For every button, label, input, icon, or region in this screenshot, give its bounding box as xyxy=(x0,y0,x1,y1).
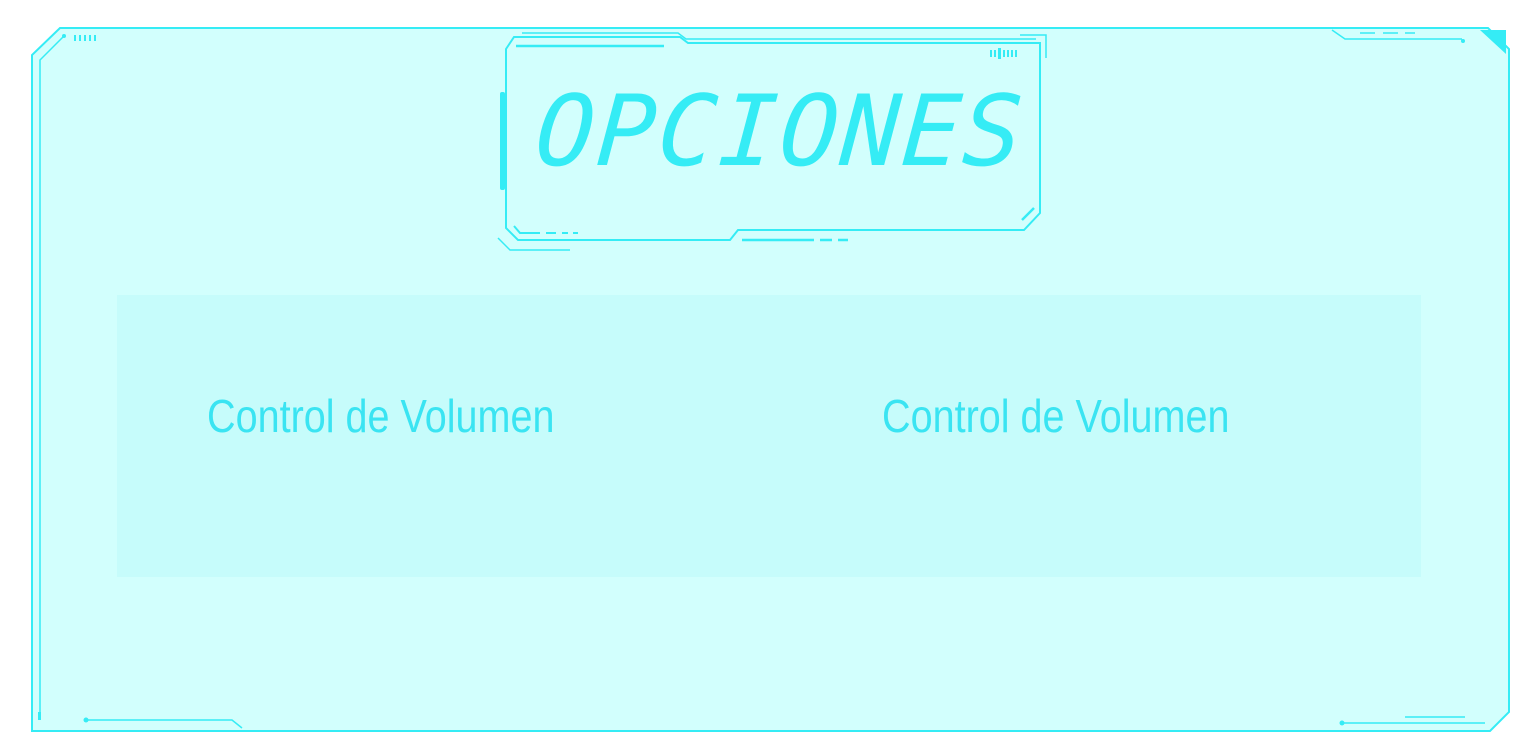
page-title: OPCIONES xyxy=(532,75,1029,189)
options-screen: OPCIONES Control de Volumen Control de V… xyxy=(0,0,1534,754)
volume-control-option-right[interactable]: Control de Volumen xyxy=(882,381,1229,451)
volume-control-option-left[interactable]: Control de Volumen xyxy=(207,381,554,451)
